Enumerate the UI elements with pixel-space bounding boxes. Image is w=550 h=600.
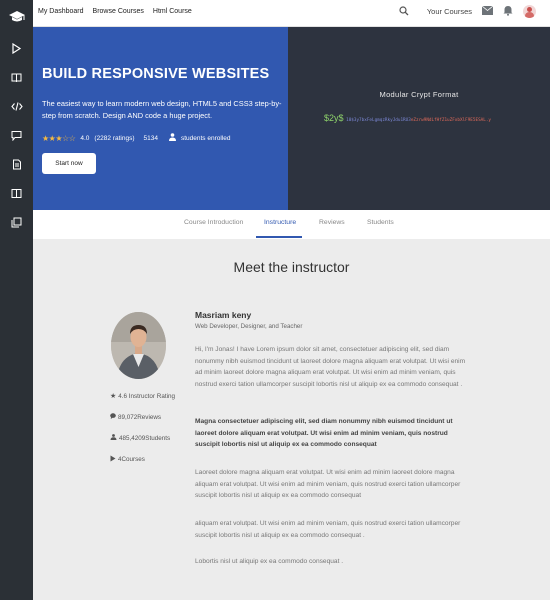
play-icon[interactable] [0, 34, 33, 63]
open-book-icon[interactable] [0, 179, 33, 208]
breadcrumb: My Dashboard Browse Courses Html Course [38, 8, 192, 15]
start-now-button[interactable]: Start now [42, 153, 96, 174]
instructor-photo [111, 312, 166, 379]
active-tab-indicator [256, 236, 302, 238]
copy-icon[interactable] [0, 208, 33, 237]
instructor-name[interactable]: Masriam keny [195, 310, 251, 320]
enrolled-label: students enrolled [180, 134, 231, 142]
users-icon [110, 434, 117, 442]
students-count: 485,4209Students [119, 434, 171, 442]
code-icon[interactable] [0, 92, 33, 121]
bell-icon[interactable] [503, 5, 513, 18]
course-tabs: Course Introduction Instructure Reviews … [33, 210, 550, 239]
hash-algorithm: $2y$ [324, 113, 344, 123]
tab-reviews[interactable]: Reviews [319, 219, 345, 226]
instructor-bio-highlight: Magna consectetuer adipiscing elit, sed … [195, 418, 453, 448]
preview-title: Modular Crypt Format [379, 90, 459, 99]
courses-count: 4Courses [118, 456, 145, 463]
play-circle-icon [110, 455, 116, 464]
tab-instructure[interactable]: Instructure [264, 219, 296, 226]
course-hero: BUILD RESPONSIVE WEBSITES The easiest wa… [33, 27, 550, 210]
tab-students[interactable]: Students [367, 219, 394, 226]
mail-icon[interactable] [481, 5, 494, 17]
chat-icon[interactable] [0, 121, 33, 150]
ratings-count: (2282 ratings) [94, 134, 135, 142]
instructor-rating: 4.6 Instructor Rating [118, 392, 175, 400]
search-icon[interactable] [399, 5, 409, 18]
instructor-bio-paragraph: Lobortis nisl ut aliquip ex ea commodo c… [195, 558, 344, 565]
students-stat: 485,4209Students [110, 434, 170, 442]
course-description: The easiest way to learn modern web desi… [42, 99, 282, 120]
document-icon[interactable] [0, 150, 33, 179]
course-preview-panel: Modular Crypt Format $2y$ 10$3y7bxFeLgmq… [288, 27, 550, 210]
course-hero-info: BUILD RESPONSIVE WEBSITES The easiest wa… [33, 27, 288, 210]
hash-example: $2y$ 10$3y7bxFeLgmqzRkyJdu1RU3eZzrw9NdLf… [324, 113, 491, 123]
instructor-bio-paragraph: aliquam erat volutpat. Ut wisi enim ad m… [195, 520, 461, 539]
user-icon [168, 133, 176, 143]
your-courses-link[interactable]: Your Courses [427, 7, 472, 16]
avatar[interactable] [523, 5, 536, 18]
tab-course-introduction[interactable]: Course Introduction [184, 219, 243, 226]
html-course-link[interactable]: Html Course [153, 8, 192, 15]
courses-stat: 4Courses [110, 455, 145, 464]
instructor-bio-paragraph: Hi, I'm Jonas! I have Lorem ipsum dolor … [195, 346, 466, 388]
book-icon[interactable] [0, 63, 33, 92]
browse-courses-link[interactable]: Browse Courses [93, 8, 144, 15]
graduation-cap-icon[interactable] [0, 0, 33, 33]
hash-cost-salt: 10$3y7bxFeLgmqzRkyJdu1RU3 [346, 118, 411, 123]
hash-digest: eZzrw9NdLfHfZ1uZFxbXlF9E5ESAL.y [410, 118, 492, 123]
instructor-role: Web Developer, Designer, and Teacher [195, 323, 303, 330]
comment-icon [110, 413, 116, 421]
course-title: BUILD RESPONSIVE WEBSITES [42, 66, 270, 82]
star-icon: ★ [110, 393, 117, 400]
reviews-stat: 89,072Reviews [110, 413, 161, 421]
section-title: Meet the instructor [233, 259, 350, 275]
top-bar: My Dashboard Browse Courses Html Course … [33, 0, 550, 27]
course-meta: ★★★☆☆ 4.0 (2282 ratings) 5134 students e… [42, 133, 231, 143]
rating-value: 4.0 [80, 134, 90, 142]
sidebar [0, 0, 33, 600]
my-dashboard-link[interactable]: My Dashboard [38, 8, 84, 15]
reviews-count: 89,072Reviews [118, 413, 162, 421]
instructor-bio-paragraph: Laoreet dolore magna aliquam erat volutp… [195, 469, 461, 499]
instructor-rating-stat: ★ 4.6 Instructor Rating [110, 392, 175, 401]
star-rating-icon: ★★★☆☆ [42, 133, 76, 143]
enrolled-count: 5134 [143, 134, 158, 142]
